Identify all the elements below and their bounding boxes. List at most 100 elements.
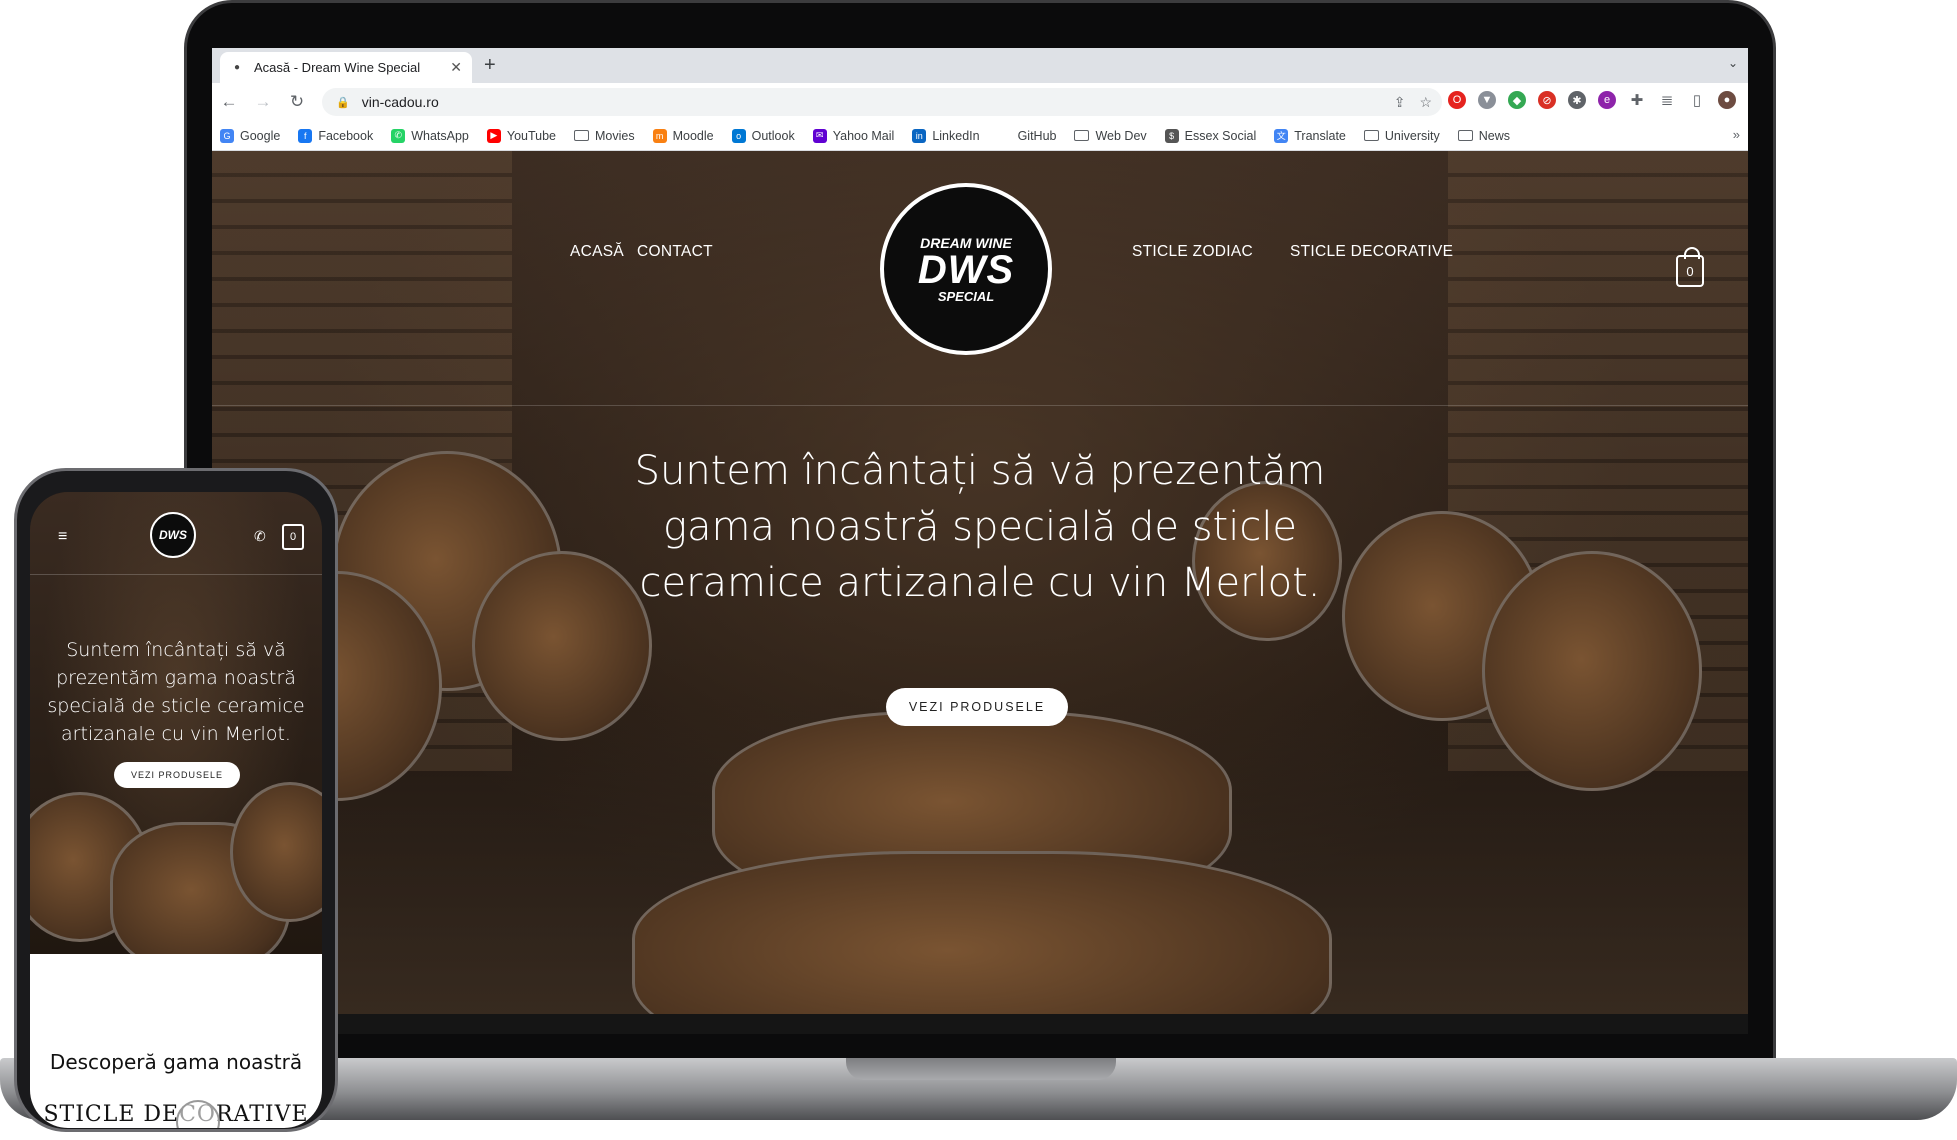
bookmark-google[interactable]: G Google <box>220 128 281 143</box>
url-text: vin-cadou.ro <box>361 94 439 110</box>
youtube-icon: ▶ <box>486 128 501 143</box>
outlook-icon: o <box>731 128 746 143</box>
google-icon: G <box>220 128 234 143</box>
bookmark-essex-social[interactable]: $ Essex Social <box>1164 128 1256 143</box>
hero-headline: Suntem încântați să vă prezentăm gama no… <box>634 448 1326 606</box>
adblock-extension-icon[interactable]: ⊘ <box>1538 91 1556 109</box>
side-panel-icon[interactable]: ▯ <box>1688 91 1706 109</box>
favicon-icon: ● <box>233 62 241 73</box>
purple-extension-icon[interactable]: e <box>1598 91 1616 109</box>
bookmark-label: News <box>1478 128 1511 143</box>
bookmark-label: University <box>1384 128 1440 143</box>
bookmark-news[interactable]: News <box>1457 128 1511 143</box>
opera-extension-icon[interactable]: O <box>1448 91 1466 109</box>
nav-acasa[interactable]: ACASĂ <box>570 243 624 261</box>
header-divider <box>212 405 1748 406</box>
reading-list-icon[interactable]: ≣ <box>1658 91 1676 109</box>
bookmark-label: Facebook <box>318 128 374 143</box>
settings-extension-icon[interactable]: ✱ <box>1568 91 1586 109</box>
forward-icon[interactable]: → <box>246 92 280 112</box>
bookmark-youtube[interactable]: ▶ YouTube <box>486 128 557 143</box>
bookmark-label: YouTube <box>506 128 557 143</box>
nav-sticle-decorative[interactable]: STICLE DECORATIVE <box>1290 243 1453 261</box>
bookmark-label: Moodle <box>672 128 714 143</box>
nav-sticle-zodiac[interactable]: STICLE ZODIAC <box>1132 243 1253 261</box>
bookmark-linkedin[interactable]: in LinkedIn <box>912 128 980 143</box>
bookmark-translate[interactable]: 文 Translate <box>1274 128 1346 143</box>
bookmark-label: Google <box>240 128 281 143</box>
screen-bottom-bar <box>212 1014 1748 1034</box>
folder-icon <box>1074 130 1090 141</box>
bookmark-yahoo-mail[interactable]: ✉ Yahoo Mail <box>812 128 895 143</box>
tab-search-icon[interactable]: ⌄ <box>1728 56 1738 70</box>
mobile-logo[interactable]: DWS <box>150 512 196 558</box>
bookmark-university[interactable]: University <box>1363 128 1440 143</box>
mockup-stage: ● Acasă - Dream Wine Special ✕ + ⌄ ← → ↻… <box>0 0 1957 1140</box>
cart-count: 0 <box>1686 263 1694 279</box>
folder-icon <box>1457 130 1473 141</box>
bookmark-label: LinkedIn <box>932 128 980 143</box>
browser-toolbar: ← → ↻ 🔒 vin-cadou.ro ⇪ ☆ O ▼ ◆ ⊘ ✱ e ✚ ≣ <box>212 83 1748 121</box>
tab-title: Acasă - Dream Wine Special <box>254 60 421 75</box>
new-tab-button[interactable]: + <box>484 54 496 77</box>
mobile-hero: ≡ DWS ✆ 0 Suntem încântați să vă prezent… <box>30 492 322 972</box>
bookmark-web-dev[interactable]: Web Dev <box>1074 128 1147 143</box>
bookmark-label: Yahoo Mail <box>832 128 895 143</box>
bookmark-label: Movies <box>595 128 635 143</box>
lock-icon[interactable]: 🔒 <box>336 96 350 109</box>
bookmark-label: Outlook <box>751 128 795 143</box>
bookmark-moodle[interactable]: m Moodle <box>652 128 714 143</box>
barrel <box>1482 551 1702 791</box>
bookmarks-bar: G Google f Facebook ✆ WhatsApp ▶ YouTube Movies m… <box>212 121 1748 151</box>
omnibox-actions: ⇪ ☆ <box>1394 94 1432 111</box>
bookmark-whatsapp[interactable]: ✆ WhatsApp <box>391 128 469 143</box>
mobile-view-products-button[interactable]: VEZI PRODUSELE <box>114 762 240 788</box>
extensions-bar: O ▼ ◆ ⊘ ✱ e ✚ ≣ ▯ ● ⋮ <box>1448 91 1748 109</box>
moodle-icon: m <box>652 128 667 143</box>
reload-icon[interactable]: ↻ <box>280 92 314 112</box>
back-icon[interactable]: ← <box>212 92 246 112</box>
bookmark-star-icon[interactable]: ☆ <box>1419 94 1432 111</box>
folder-icon <box>574 130 590 141</box>
github-icon <box>997 128 1012 143</box>
bookmark-movies[interactable]: Movies <box>574 129 635 143</box>
cart-icon[interactable]: 0 <box>1676 247 1704 287</box>
vpn-extension-icon[interactable]: ▼ <box>1478 91 1496 109</box>
more-bookmarks-icon[interactable]: » <box>1733 127 1740 142</box>
bookmark-github[interactable]: GitHub <box>997 128 1057 143</box>
yahoo-mail-icon: ✉ <box>812 128 827 143</box>
bookmark-label: Web Dev <box>1095 128 1147 143</box>
bookmark-label: Translate <box>1294 128 1346 143</box>
bookmark-outlook[interactable]: o Outlook <box>731 128 795 143</box>
mobile-hero-headline: Suntem încântați să vă prezentăm gama no… <box>47 639 305 745</box>
share-icon[interactable]: ⇪ <box>1394 94 1406 111</box>
laptop-notch <box>846 1058 1116 1080</box>
puzzle-extensions-icon[interactable]: ✚ <box>1628 91 1646 109</box>
phone-screen: ≡ DWS ✆ 0 Suntem încântați să vă prezent… <box>30 492 322 1128</box>
browser-tab[interactable]: ● Acasă - Dream Wine Special ✕ <box>220 52 472 83</box>
essex-social-icon: $ <box>1164 128 1179 143</box>
site-logo[interactable]: DREAM WINE DWS SPECIAL <box>880 183 1052 355</box>
mobile-cart-count: 0 <box>289 531 297 543</box>
translate-icon: 文 <box>1274 128 1289 143</box>
hero-section: ACASĂ CONTACT DREAM WINE DWS SPECIAL STI… <box>212 151 1748 1034</box>
phone-icon[interactable]: ✆ <box>254 528 266 545</box>
mobile-section-title: Descoperă gama noastră <box>49 1050 303 1074</box>
tab-close-icon[interactable]: ✕ <box>450 59 462 76</box>
mobile-header-divider <box>30 574 322 575</box>
color-extension-icon[interactable]: ◆ <box>1508 91 1526 109</box>
hamburger-menu-icon[interactable]: ≡ <box>58 528 67 546</box>
mobile-cart-icon[interactable]: 0 <box>282 524 304 550</box>
folder-icon <box>1363 130 1379 141</box>
view-products-button[interactable]: VEZI PRODUSELE <box>886 688 1068 726</box>
bookmark-label: GitHub <box>1017 128 1057 143</box>
logo-line-2: DWS <box>917 247 1015 292</box>
bookmark-facebook[interactable]: f Facebook <box>298 128 374 143</box>
address-bar[interactable]: 🔒 vin-cadou.ro ⇪ ☆ <box>322 88 1442 116</box>
browser-tabstrip: ● Acasă - Dream Wine Special ✕ + ⌄ <box>212 48 1748 83</box>
barrel <box>632 851 1332 1034</box>
nav-contact[interactable]: CONTACT <box>637 243 713 261</box>
linkedin-icon: in <box>912 128 927 143</box>
logo-line-3: SPECIAL <box>937 288 995 304</box>
profile-avatar[interactable]: ● <box>1718 91 1736 109</box>
